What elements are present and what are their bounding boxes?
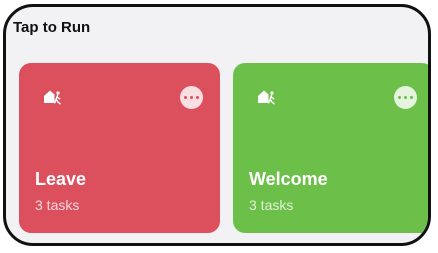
scene-name: Leave xyxy=(35,169,87,189)
home-leave-icon xyxy=(44,90,61,105)
more-options-button[interactable] xyxy=(180,86,203,109)
scene-name: Welcome xyxy=(249,169,328,189)
section-title: Tap to Run xyxy=(13,19,91,36)
scene-task-count: 3 tasks xyxy=(249,197,294,213)
more-icon xyxy=(183,95,187,100)
scene-card-leave[interactable]: Leave 3 tasks xyxy=(19,63,220,233)
scene-card-welcome[interactable]: Welcome 3 tasks xyxy=(233,63,428,233)
scene-task-count: 3 tasks xyxy=(35,197,80,213)
more-icon xyxy=(397,95,401,100)
home-arrive-icon xyxy=(258,90,275,105)
tap-to-run-panel: Tap to Run Leave 3 tasks Welcome 3 tasks xyxy=(3,4,431,246)
more-options-button[interactable] xyxy=(394,86,417,109)
